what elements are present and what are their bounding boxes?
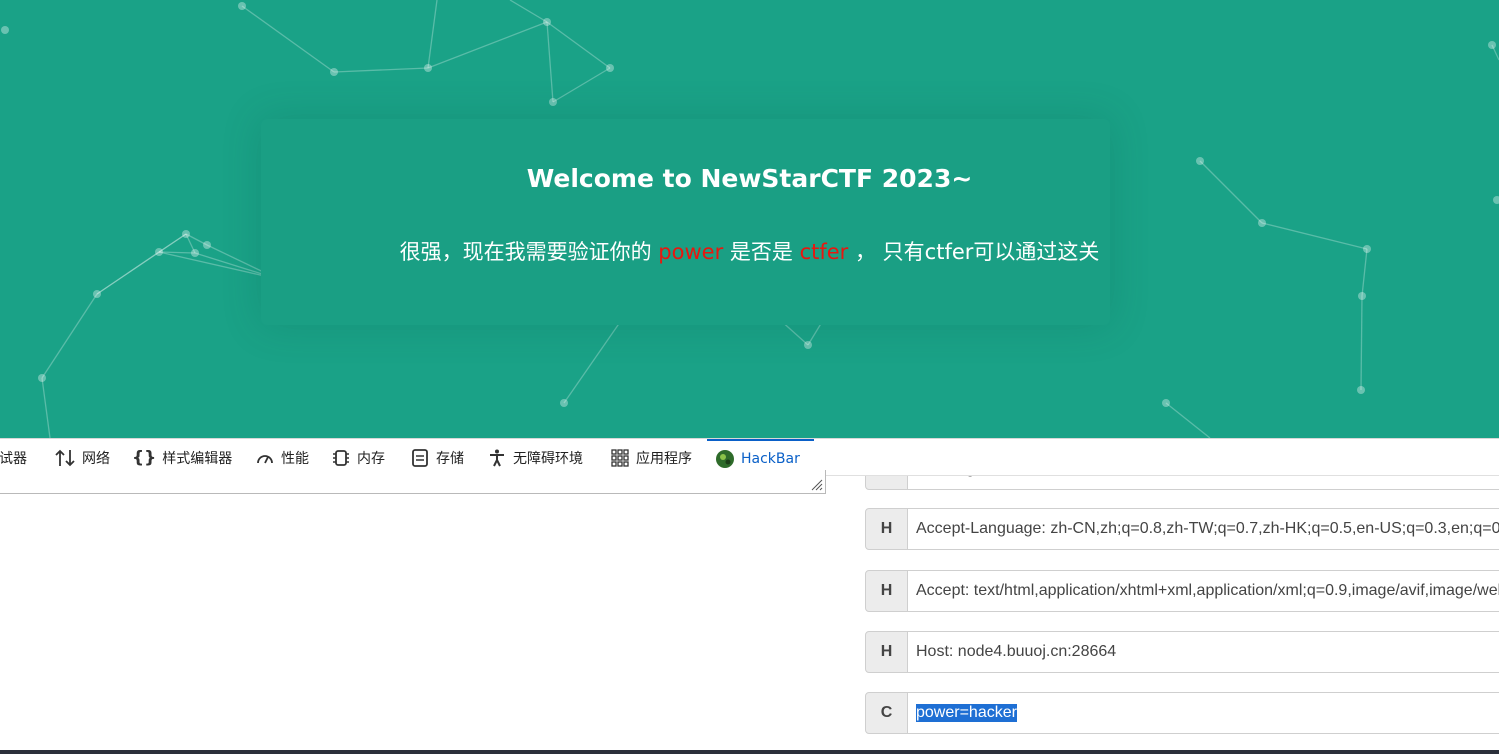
tab-label-performance: 性能	[281, 450, 309, 467]
challenge-message: 很强，现在我需要验证你的 power 是否是 ctfer ， 只有ctfer可以…	[0, 236, 1499, 266]
storage-icon	[410, 448, 430, 468]
header-value-field[interactable]: Accept: text/html,application/xhtml+xml,…	[908, 570, 1499, 612]
header-type-badge[interactable]: H	[865, 476, 908, 490]
message-text-2: 是否是	[723, 240, 800, 264]
hackbar-left-panel	[0, 470, 850, 754]
message-text-3: ， 只有ctfer可以通过这关	[848, 240, 1100, 264]
cookie-value-field[interactable]: power=hacker	[908, 692, 1499, 734]
header-type-badge[interactable]: H	[865, 631, 908, 673]
tab-label-memory: 内存	[357, 450, 385, 467]
web-page: Welcome to NewStarCTF 2023~ 很强，现在我需要验证你的…	[0, 0, 1499, 438]
chip-icon	[331, 448, 351, 468]
tab-label-accessibility: 无障碍环境	[513, 450, 583, 467]
grid-icon	[610, 448, 630, 468]
tab-label-network: 网络	[82, 450, 110, 467]
cookie-type-badge[interactable]: C	[865, 692, 908, 734]
header-row: H User-Agent: ...	[865, 476, 1499, 490]
cookie-row: C power=hacker	[865, 692, 1499, 734]
ctfer-highlight: ctfer	[799, 240, 849, 264]
cookie-selected-text: power=hacker	[916, 704, 1017, 722]
tab-label-hackbar: HackBar	[741, 450, 800, 467]
header-type-badge[interactable]: H	[865, 508, 908, 550]
accessibility-icon	[487, 448, 507, 468]
page-title: Welcome to NewStarCTF 2023~	[526, 164, 973, 193]
hackbar-headers-panel: H User-Agent: ... H Accept-Language: zh-…	[850, 476, 1499, 754]
taskbar-edge	[0, 750, 1499, 754]
header-row: H Host: node4.buuoj.cn:28664	[865, 631, 1499, 673]
tab-label-application: 应用程序	[636, 450, 692, 467]
header-value-field[interactable]: Host: node4.buuoj.cn:28664	[908, 631, 1499, 673]
tab-label-style-editor: 样式编辑器	[162, 450, 233, 467]
hackbar-logo-icon	[715, 449, 735, 469]
header-value-field[interactable]: User-Agent: ...	[908, 476, 1499, 490]
tab-label-debugger: 调试器	[0, 450, 27, 467]
welcome-card	[261, 119, 1110, 325]
network-arrows-icon	[54, 448, 76, 468]
braces-icon: {}	[132, 447, 157, 468]
tab-label-storage: 存储	[436, 450, 464, 467]
message-text-1: 很强，现在我需要验证你的	[399, 240, 659, 264]
power-highlight: power	[658, 240, 724, 264]
header-type-badge[interactable]: H	[865, 570, 908, 612]
url-textarea[interactable]	[0, 470, 826, 494]
header-value-field[interactable]: Accept-Language: zh-CN,zh;q=0.8,zh-TW;q=…	[908, 508, 1499, 550]
resize-grip-icon[interactable]	[809, 477, 823, 491]
header-row: H Accept: text/html,application/xhtml+xm…	[865, 570, 1499, 612]
header-row: H Accept-Language: zh-CN,zh;q=0.8,zh-TW;…	[865, 508, 1499, 550]
gauge-icon	[255, 448, 275, 468]
